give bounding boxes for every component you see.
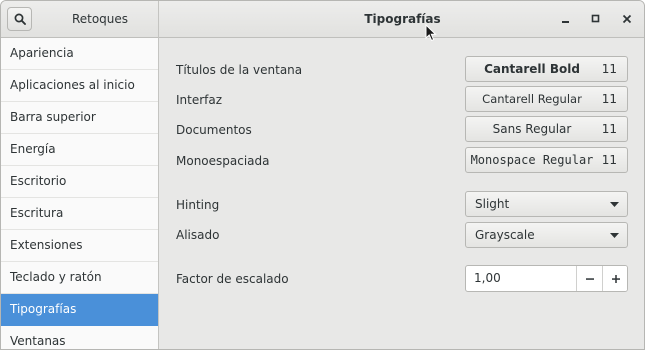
search-button[interactable] <box>7 7 32 31</box>
documents-font-name: Sans Regular <box>492 122 572 136</box>
hinting-value: Slight <box>475 197 510 211</box>
scaling-factor-label: Factor de escalado <box>176 272 289 286</box>
sidebar: Apariencia Aplicaciones al inicio Barra … <box>1 38 159 349</box>
window-titles-font-name: Cantarell Bold <box>484 62 580 76</box>
interface-font-size: 11 <box>601 92 617 106</box>
monospace-label: Monoespaciada <box>176 154 270 168</box>
documents-label: Documentos <box>176 123 252 137</box>
mouse-cursor-icon <box>425 24 437 42</box>
sidebar-item-tipografias[interactable]: Tipografías <box>1 294 158 326</box>
sidebar-item-barra-superior[interactable]: Barra superior <box>1 102 158 134</box>
window-titles-label: Títulos de la ventana <box>176 63 303 77</box>
antialiasing-combo[interactable]: Grayscale <box>465 222 628 248</box>
window-titles-font-size: 11 <box>601 62 617 76</box>
sidebar-item-energia[interactable]: Energía <box>1 134 158 166</box>
minimize-button[interactable] <box>557 10 575 28</box>
interface-label: Interfaz <box>176 93 223 107</box>
monospace-font-name: Monospace Regular <box>470 153 594 167</box>
chevron-down-icon <box>610 202 619 207</box>
hinting-combo[interactable]: Slight <box>465 191 628 217</box>
interface-font-name: Cantarell Regular <box>482 92 582 106</box>
sidebar-item-escritorio[interactable]: Escritorio <box>1 166 158 198</box>
increase-scaling-button[interactable] <box>602 266 627 291</box>
monospace-font-size: 11 <box>601 153 617 167</box>
header-bar: Retoques Tipografías <box>1 1 644 38</box>
sidebar-item-teclado-y-raton[interactable]: Teclado y ratón <box>1 262 158 294</box>
tweaks-window: Retoques Tipografías Apariencia Aplicaci… <box>0 0 645 350</box>
fonts-panel: Títulos de la ventana Cantarell Bold 11 … <box>159 38 644 349</box>
search-icon <box>14 13 26 25</box>
sidebar-item-apariencia[interactable]: Apariencia <box>1 38 158 70</box>
maximize-icon <box>591 14 600 23</box>
sidebar-item-aplicaciones-al-inicio[interactable]: Aplicaciones al inicio <box>1 70 158 102</box>
documents-font-button[interactable]: Sans Regular 11 <box>465 116 628 142</box>
close-button[interactable] <box>618 10 636 28</box>
sidebar-item-escritura[interactable]: Escritura <box>1 198 158 230</box>
documents-font-size: 11 <box>601 122 617 136</box>
minus-icon <box>585 277 594 280</box>
sidebar-item-extensiones[interactable]: Extensiones <box>1 230 158 262</box>
antialiasing-label: Alisado <box>176 228 220 242</box>
sidebar-header: Retoques <box>1 1 159 38</box>
antialiasing-value: Grayscale <box>475 228 535 242</box>
sidebar-item-ventanas[interactable]: Ventanas <box>1 326 158 349</box>
close-icon <box>622 14 632 24</box>
chevron-down-icon <box>610 233 619 238</box>
monospace-font-button[interactable]: Monospace Regular 11 <box>465 147 628 173</box>
hinting-label: Hinting <box>176 198 220 212</box>
scaling-factor-value[interactable]: 1,00 <box>474 266 501 291</box>
decrease-scaling-button[interactable] <box>576 266 602 291</box>
plus-icon <box>611 274 620 283</box>
window-titles-font-button[interactable]: Cantarell Bold 11 <box>465 56 628 82</box>
scaling-factor-spinner[interactable]: 1,00 <box>465 265 628 292</box>
minimize-icon <box>562 21 569 23</box>
maximize-button[interactable] <box>587 10 605 28</box>
interface-font-button[interactable]: Cantarell Regular 11 <box>465 86 628 112</box>
